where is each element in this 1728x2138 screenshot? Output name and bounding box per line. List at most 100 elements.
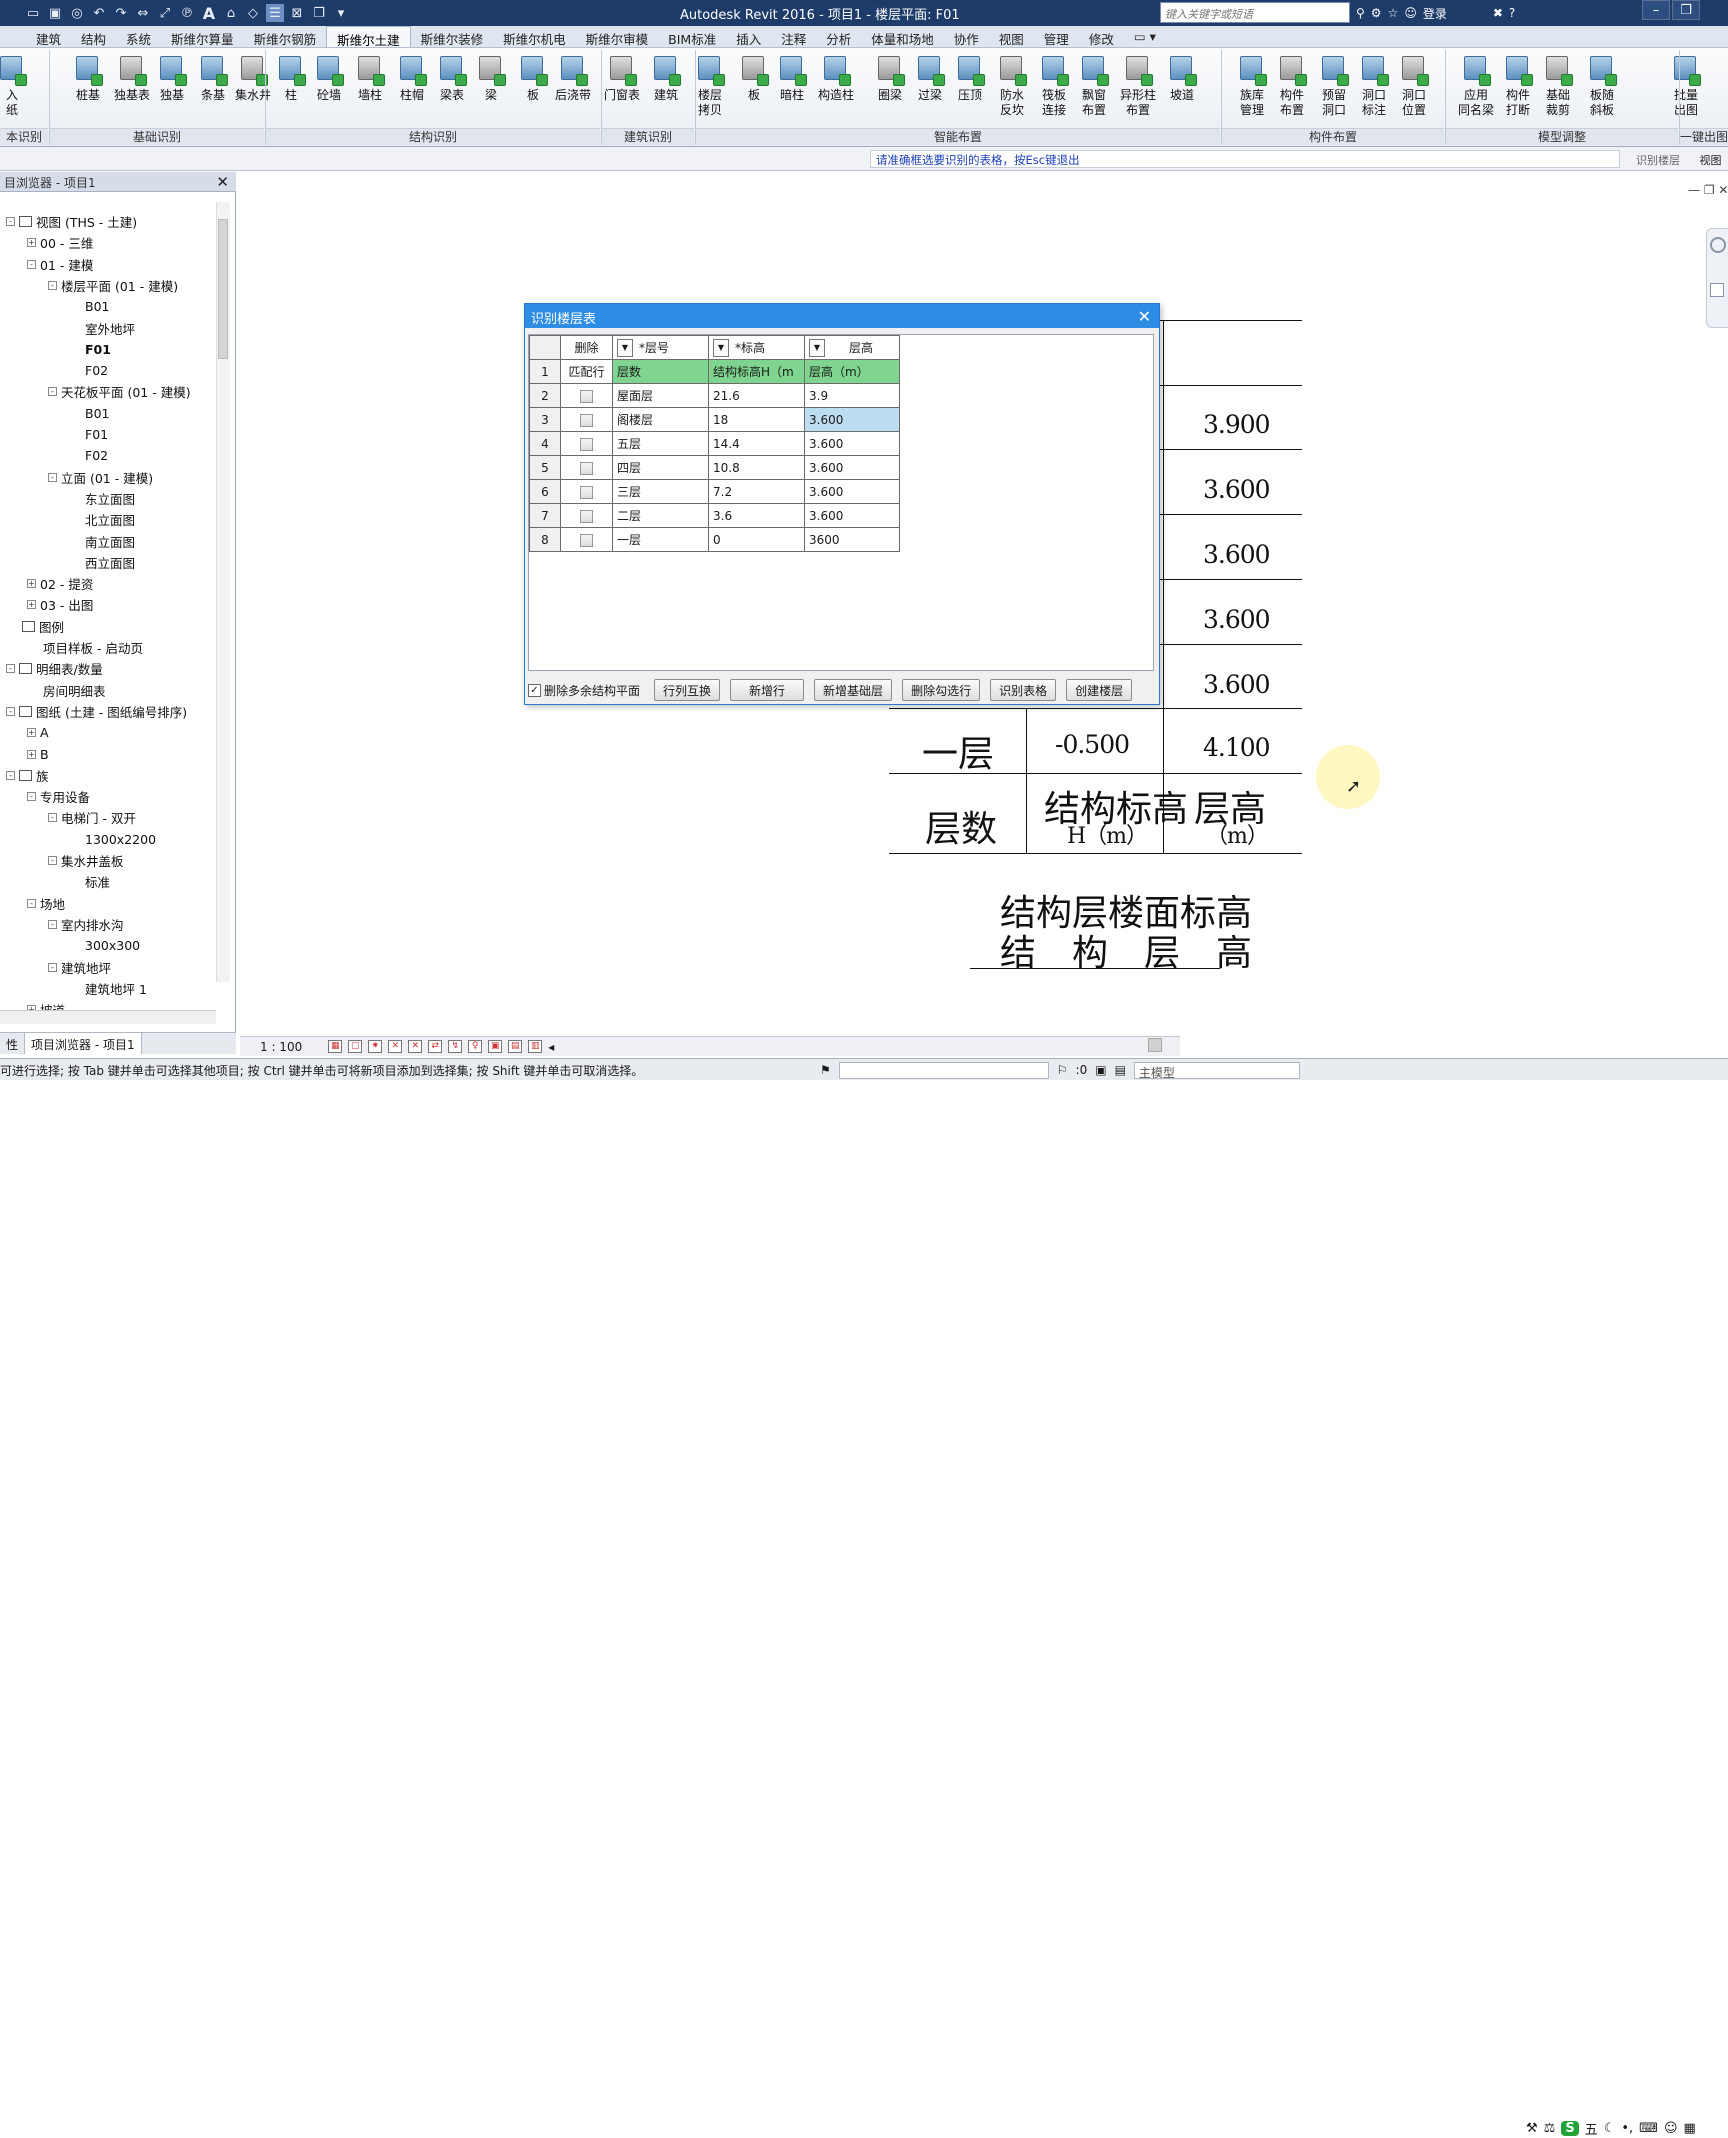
delete-checkbox-cell[interactable]: [560, 383, 613, 408]
ribbon-button-trim-foundation[interactable]: 基础 裁剪: [1538, 52, 1578, 124]
tree-item[interactable]: - 专用设备: [27, 787, 90, 806]
delete-checkbox-cell[interactable]: [560, 503, 613, 528]
ribbon-button-slab[interactable]: 板: [513, 52, 553, 124]
tree-item[interactable]: - 立面 (01 - 建模): [48, 468, 153, 487]
tree-item[interactable]: 标准: [69, 872, 110, 891]
tree-item[interactable]: - 天花板平面 (01 - 建模): [48, 382, 191, 401]
collapse-icon[interactable]: -: [27, 898, 36, 908]
ribbon-button-floor-copy[interactable]: 楼层 拷贝: [690, 52, 730, 124]
ribbon-button-waterproof-curb[interactable]: 防水 反坎: [992, 52, 1032, 124]
tab-16[interactable]: 管理: [1034, 26, 1079, 47]
delete-checkbox-cell[interactable]: [560, 431, 613, 456]
floor-name-cell[interactable]: 屋面层: [612, 383, 709, 408]
design-options-icon[interactable]: ⚐: [1057, 1063, 1068, 1077]
ribbon-button-component-layout[interactable]: 构件 布置: [1272, 52, 1312, 124]
binoculars-icon[interactable]: ⚲: [1356, 6, 1365, 20]
elevation-cell[interactable]: 14.4: [708, 431, 805, 456]
reveal-hidden-icon[interactable]: ♀: [468, 1040, 483, 1053]
tree-item[interactable]: 南立面图: [69, 532, 135, 551]
save-icon[interactable]: ▣: [46, 4, 64, 22]
delete-checkbox-cell[interactable]: [560, 479, 613, 504]
minimize-icon[interactable]: –: [1642, 0, 1670, 20]
tree-item[interactable]: 北立面图: [69, 510, 135, 529]
tree-item[interactable]: 项目样板 - 启动页: [27, 638, 143, 657]
collapse-icon[interactable]: -: [48, 472, 57, 482]
exchange-icon[interactable]: ✖: [1493, 6, 1503, 20]
collapse-icon[interactable]: -: [48, 280, 57, 290]
constraints-icon[interactable]: ▥: [528, 1040, 543, 1053]
floor-name-cell[interactable]: 五层: [612, 431, 709, 456]
user-tray-icon[interactable]: ☺: [1664, 2121, 1678, 2136]
tree-item[interactable]: F01: [69, 425, 108, 444]
ime-mode[interactable]: 五: [1585, 2119, 1598, 2138]
collapse-icon[interactable]: -: [48, 962, 57, 972]
ribbon-button-opening-tag[interactable]: 洞口 标注: [1354, 52, 1394, 124]
collapse-icon[interactable]: -: [48, 813, 57, 823]
close-hidden-icon[interactable]: ⊠: [288, 4, 306, 22]
tab-9[interactable]: BIM标准: [658, 26, 726, 47]
expand-icon[interactable]: +: [27, 749, 36, 759]
tree-item[interactable]: - 建筑地坪: [48, 958, 111, 977]
navigation-bar[interactable]: [1706, 228, 1728, 328]
ribbon-button-family-library[interactable]: 族库 管理: [1232, 52, 1272, 124]
switch-windows-icon[interactable]: ❐: [310, 4, 328, 22]
checkbox-checked-icon[interactable]: ✓: [528, 683, 541, 697]
delete-checkbox-cell[interactable]: [560, 455, 613, 480]
ribbon-button-ring-beam[interactable]: 圈梁: [870, 52, 910, 124]
dimension-icon[interactable]: ⤢: [156, 4, 174, 22]
ribbon-button-hidden-column[interactable]: 暗柱: [772, 52, 812, 124]
ribbon-button-concrete-wall[interactable]: 砼墙: [309, 52, 349, 124]
ribbon-button-beam[interactable]: 梁: [471, 52, 511, 124]
swap-rows-columns-button[interactable]: 行列互换: [654, 679, 721, 701]
worksets-icon[interactable]: ⚑: [820, 1063, 831, 1077]
ribbon-button-slab-follow-slope[interactable]: 板随 斜板: [1582, 52, 1622, 124]
open-icon[interactable]: ▭: [24, 4, 42, 22]
tab-1[interactable]: 结构: [71, 26, 116, 47]
analytical-model-icon[interactable]: ▣: [488, 1040, 503, 1053]
tab-3[interactable]: 斯维尔算量: [161, 26, 244, 47]
highlight-displacement-icon[interactable]: ▤: [508, 1040, 523, 1053]
scroll-left-icon[interactable]: ◂: [548, 1040, 554, 1054]
floor-name-cell[interactable]: 阁楼层: [612, 407, 709, 432]
row-checkbox[interactable]: [580, 461, 593, 475]
tree-item[interactable]: F01: [69, 340, 111, 359]
ribbon-button-reserved-opening[interactable]: 预留 洞口: [1314, 52, 1354, 124]
create-floors-button[interactable]: 创建楼层: [1066, 679, 1133, 701]
help-icon[interactable]: ?: [1509, 6, 1515, 20]
tree-item[interactable]: F02: [69, 361, 108, 380]
crop-view-icon[interactable]: ✕: [408, 1040, 423, 1053]
sync-icon[interactable]: ◎: [68, 4, 86, 22]
tab-2[interactable]: 系统: [116, 26, 161, 47]
tree-item[interactable]: 室外地坪: [69, 319, 135, 338]
view-scale[interactable]: 1 : 100: [260, 1040, 302, 1054]
canvas-hscroll-thumb[interactable]: [1148, 1038, 1162, 1052]
ribbon-button-column-cap[interactable]: 柱帽: [392, 52, 432, 124]
expand-icon[interactable]: +: [27, 600, 36, 610]
view-minimize-icon[interactable]: —: [1688, 183, 1700, 197]
elevation-cell[interactable]: 10.8: [708, 455, 805, 480]
tab-project-browser[interactable]: 项目浏览器 - 项目1: [25, 1033, 142, 1054]
undo-icon[interactable]: ↶: [90, 4, 108, 22]
tree-item[interactable]: - 明细表/数量: [6, 659, 103, 678]
temporary-hide-icon[interactable]: ↯: [448, 1040, 463, 1053]
expand-icon[interactable]: +: [27, 238, 36, 248]
grid-tray-icon[interactable]: ▦: [1684, 2121, 1696, 2136]
ribbon-minimize-icon[interactable]: ▭ ▾: [1124, 26, 1166, 47]
tree-item[interactable]: 西立面图: [69, 553, 135, 572]
browser-hscrollbar[interactable]: [0, 1010, 216, 1024]
browser-scroll-thumb[interactable]: [218, 219, 228, 359]
ribbon-button-strip-footing[interactable]: 条基: [193, 52, 233, 124]
zoom-icon[interactable]: [1710, 283, 1724, 297]
dropdown-arrow-icon[interactable]: ▼: [617, 338, 633, 357]
ribbon-button-pile[interactable]: 桩基: [68, 52, 108, 124]
restore-icon[interactable]: ❐: [1672, 0, 1700, 20]
collapse-icon[interactable]: -: [27, 792, 36, 802]
tab-15[interactable]: 视图: [989, 26, 1034, 47]
collapse-icon[interactable]: -: [48, 919, 57, 929]
floor-name-cell[interactable]: 一层: [612, 527, 709, 552]
ribbon-button-special-column[interactable]: 异形柱 布置: [1118, 52, 1158, 124]
elevation-cell[interactable]: 0: [708, 527, 805, 552]
favorites-icon[interactable]: ☆: [1388, 6, 1399, 20]
editable-only-icon[interactable]: ▣: [1095, 1063, 1106, 1077]
show-crop-icon[interactable]: ⇄: [428, 1040, 443, 1053]
